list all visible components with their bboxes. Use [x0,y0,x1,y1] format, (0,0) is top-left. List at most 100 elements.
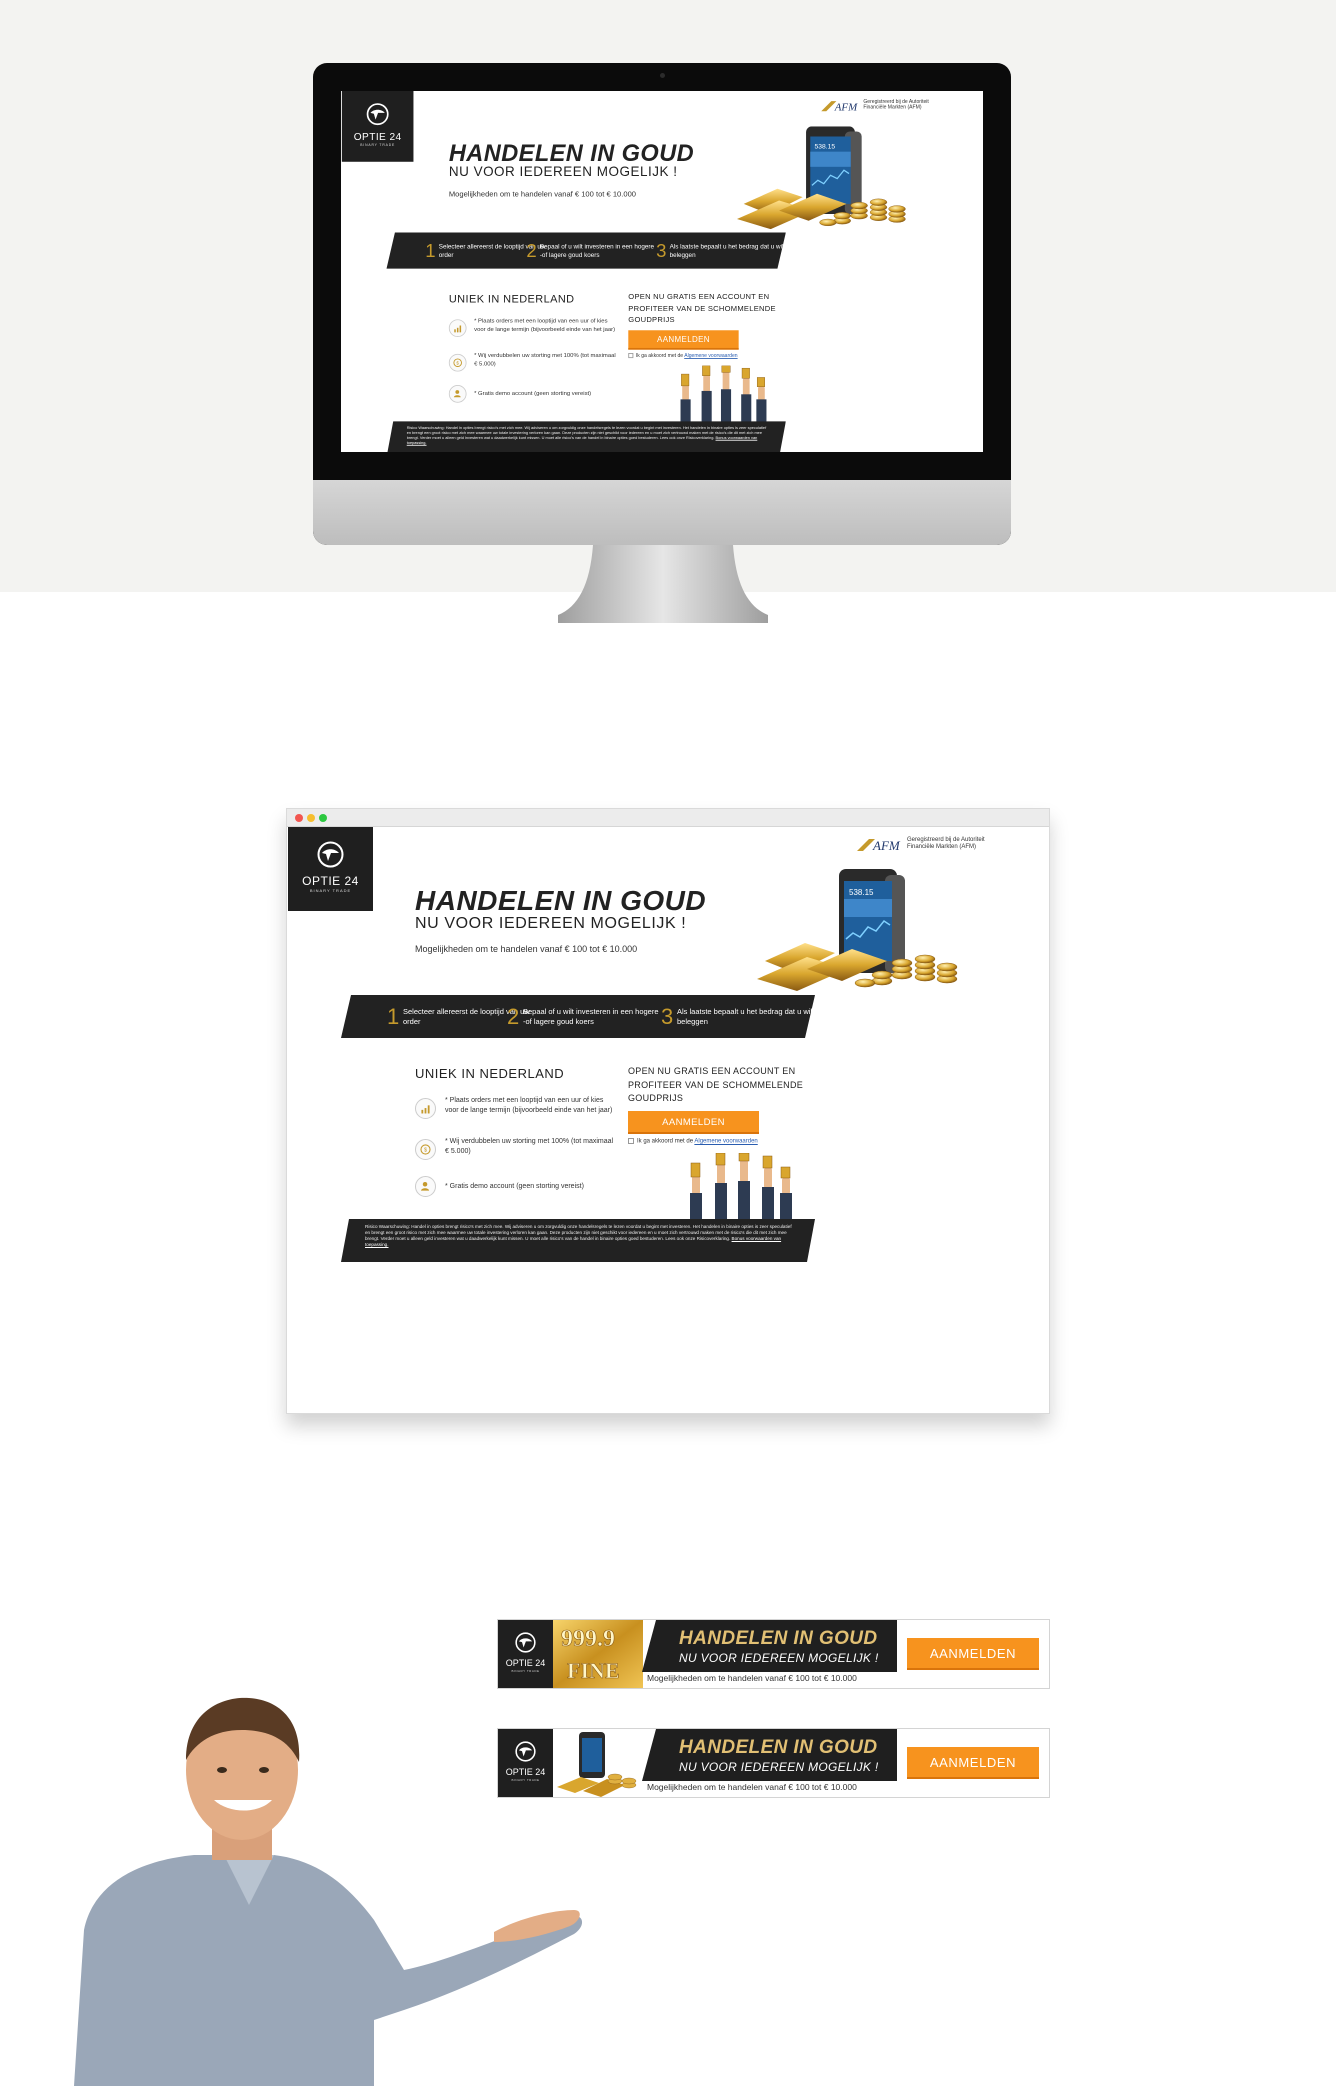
risk-text-block: Risico Waarschuwing: Handel in opties br… [365,1224,793,1248]
banner-text: Mogelijkheden om te handelen vanaf € 100… [647,1673,857,1683]
intro-text: Mogelijkheden om te handelen vanaf € 100… [415,944,638,954]
step-text: Als laatste bepaalt u het bedrag dat u w… [669,242,786,259]
logo-tagline: BINARY TRADE [309,888,352,893]
coin-icon: $ [448,353,467,372]
browser-landing-holder: OPTIE 24 BINARY TRADE AFM Geregistreerd … [287,827,1049,1413]
afm-text: Geregistreerd bij de Autoriteit Financië… [907,837,985,850]
feature-item: * Plaats orders met een looptijd van een… [448,318,626,345]
phone-price: 538.15 [849,888,874,897]
cta-title: OPEN NU GRATIS EEN ACCOUNT EN PROFITEER … [628,292,776,324]
step-text: Bepaal of u wilt investeren in een hoger… [539,242,655,259]
feature-text: * Gratis demo account (geen storting ver… [445,1183,584,1190]
user-icon [415,1176,436,1197]
terms-agreement: Ik ga akkoord met de Algemene voorwaarde… [628,1138,758,1145]
chart-icon [448,319,467,338]
feature-item: * Gratis demo account (geen storting ver… [448,383,626,410]
register-button[interactable]: AANMELDEN [628,1111,759,1134]
banner-subheadline: NU VOOR IEDEREEN MOGELIJK ! [679,1760,879,1774]
banner-register-button[interactable]: AANMELDEN [907,1638,1039,1670]
phone-price: 538.15 [814,143,835,150]
headline: HANDELEN IN GOUD [448,139,695,166]
terms-link[interactable]: Algemene voorwaarden [684,354,737,359]
terms-checkbox[interactable] [628,353,634,359]
steps-bar: 1 Selecteer allereerst de looptijd van u… [341,995,815,1038]
logo-tagline: BINARY TRADE [511,1669,540,1673]
logo-tagline: BINARY TRADE [360,142,396,147]
step-text: Bepaal of u wilt investeren in een hoger… [523,1007,659,1026]
step-number: 3 [656,240,667,262]
gold-phone-visual: 538.15 [757,869,958,991]
feature-text: * Gratis demo account (geen storting ver… [474,390,592,397]
svg-text:$: $ [424,1148,427,1154]
banner-register-button[interactable]: AANMELDEN [907,1747,1039,1779]
step-text: Als laatste bepaalt u het bedrag dat u w… [677,1007,815,1026]
logo-mark-icon [366,103,389,126]
terms-text: Ik ga akkoord met de [635,353,684,359]
logo-name: OPTIE 24 [302,874,359,888]
gold-bar-999-icon: 999.9 FINE [553,1620,643,1688]
afm-registration: AFM Geregistreerd bij de Autoriteit Fina… [821,98,939,115]
logo-name: OPTIE 24 [353,130,402,143]
banner-logo: OPTIE 24 BINARY TRADE [498,1620,553,1688]
feature-text: * Wij verdubbelen uw storting met 100% (… [474,353,616,368]
intro-text: Mogelijkheden om te handelen vanaf € 100… [448,189,637,198]
step-number: 2 [526,240,537,262]
coin-icon: $ [415,1139,436,1160]
gold-phone-visual: 538.15 [736,126,906,230]
step-number: 1 [387,1004,400,1029]
afm-registration: AFM Geregistreerd bij de Autoriteit Fina… [857,835,997,855]
risk-warning: Risico Waarschuwing: Handel in opties br… [386,421,786,452]
risk-text: Risico Waarschuwing: Handel in opties br… [365,1224,792,1241]
afm-text: Geregistreerd bij de Autoriteit Financië… [863,99,929,111]
banner-headline: HANDELEN IN GOUD [679,1628,878,1649]
browser-toolbar [287,809,1049,827]
landing-page: OPTIE 24 BINARY TRADE AFM Geregistreerd … [341,91,983,452]
logo-mark-icon [317,841,344,868]
step-text: Selecteer allereerst de looptijd van uw … [403,1007,530,1026]
step-number: 2 [507,1004,520,1029]
subheadline: NU VOOR IEDEREEN MOGELIJK ! [448,165,678,180]
maximize-window-icon[interactable] [319,814,327,822]
logo-mark-icon [515,1632,536,1653]
chart-icon [415,1098,436,1119]
imac-stand [558,545,768,623]
visual-text-999: 999.9 [561,1626,615,1652]
terms-link[interactable]: Algemene voorwaarden [694,1139,757,1145]
feature-text: * Wij verdubbelen uw storting met 100% (… [445,1138,614,1155]
feature-text: * Plaats orders met een looptijd van een… [474,318,616,333]
banner-headline: HANDELEN IN GOUD [679,1737,878,1758]
browser-mockup: OPTIE 24 BINARY TRADE AFM Geregistreerd … [286,808,1050,1414]
afm-mark: AFM [873,838,900,853]
minimize-window-icon[interactable] [307,814,315,822]
unique-title: UNIEK IN NEDERLAND [448,292,575,305]
close-window-icon[interactable] [295,814,303,822]
landing-page: OPTIE 24 BINARY TRADE AFM Geregistreerd … [287,827,1049,1413]
steps-bar: 1 Selecteer allereerst de looptijd van u… [386,232,786,269]
step-number: 1 [425,240,436,262]
imac-landing-holder: OPTIE 24 BINARY TRADE AFM Geregistreerd … [341,91,983,452]
headline: HANDELEN IN GOUD [415,885,707,916]
terms-text: Ik ga akkoord met de [637,1138,694,1145]
feature-item: $ * Wij verdubbelen uw storting met 100%… [448,352,626,379]
risk-text-block: Risico Waarschuwing: Handel in opties br… [407,425,768,445]
feature-item: * Plaats orders met een looptijd van een… [415,1096,625,1128]
logo-name: OPTIE 24 [505,1658,546,1668]
brand-logo[interactable]: OPTIE 24 BINARY TRADE [288,827,373,911]
terms-agreement: Ik ga akkoord met de Algemene voorwaarde… [628,353,738,359]
svg-text:$: $ [456,361,459,366]
imac-screen: OPTIE 24 BINARY TRADE AFM Geregistreerd … [341,91,983,452]
feature-item: $ * Wij verdubbelen uw storting met 100%… [415,1137,625,1169]
cta-title: OPEN NU GRATIS EEN ACCOUNT EN PROFITEER … [628,1066,804,1103]
brand-logo[interactable]: OPTIE 24 BINARY TRADE [341,91,414,162]
browser-content: OPTIE 24 BINARY TRADE AFM Geregistreerd … [287,827,1049,1413]
banner-ad-fine-gold[interactable]: OPTIE 24 BINARY TRADE 999.9 FINE HANDELE… [497,1619,1050,1689]
step-number: 3 [661,1004,674,1029]
risk-text: Risico Waarschuwing: Handel in opties br… [406,425,767,440]
feature-text: * Plaats orders met een looptijd van een… [445,1097,613,1114]
imac-chin [313,480,1011,545]
banner-text: Mogelijkheden om te handelen vanaf € 100… [647,1782,857,1792]
hands-with-gold-icon [680,365,767,425]
terms-checkbox[interactable] [628,1138,634,1144]
user-icon [448,385,467,403]
register-button[interactable]: AANMELDEN [628,330,739,350]
